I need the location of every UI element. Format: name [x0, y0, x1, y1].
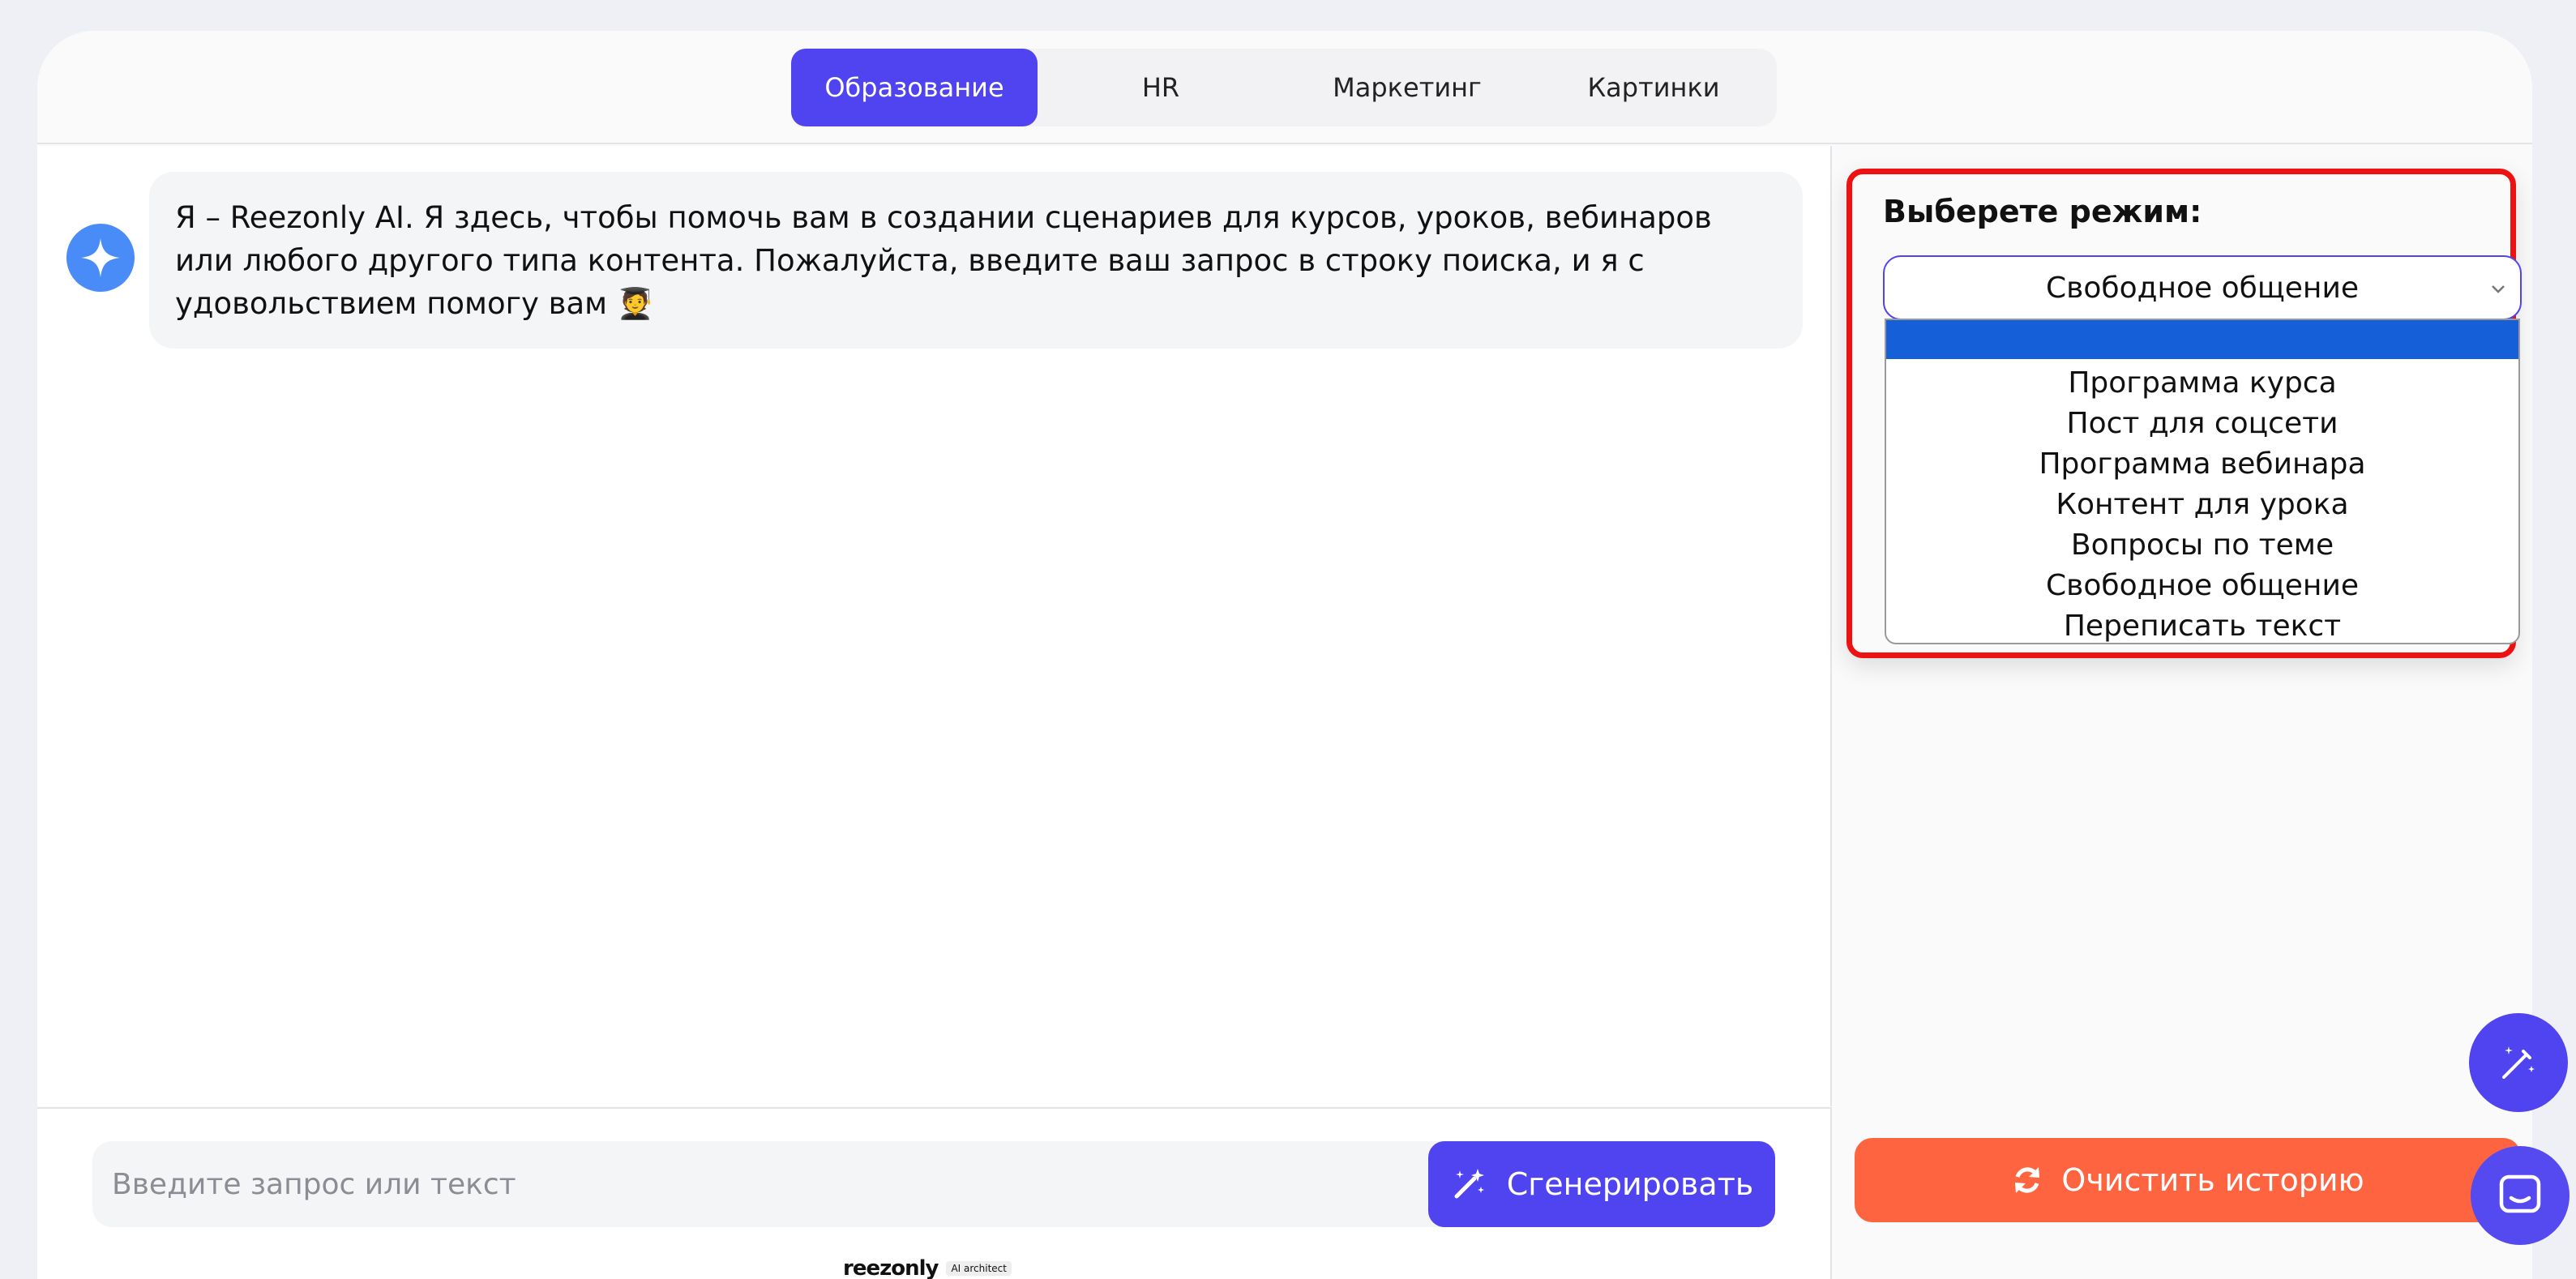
refresh-icon	[2015, 1167, 2040, 1193]
chat-bubble-icon	[2499, 1174, 2541, 1213]
chat-panel: Я – Reezonly AI. Я здесь, чтобы помочь в…	[37, 146, 1832, 1106]
mode-selector-highlight: Выберете режим: Свободное общение Програ…	[1846, 169, 2522, 658]
settings-panel: Выберете режим: Свободное общение Програ…	[1834, 146, 2532, 1279]
logo-tag: AI architect	[946, 1261, 1012, 1276]
message-line: или любого другого типа контента. Пожалу…	[175, 243, 1645, 278]
magic-wand-icon	[2502, 1046, 2535, 1079]
tab-images[interactable]: Картинки	[1530, 49, 1777, 126]
prompt-input[interactable]	[112, 1141, 1393, 1227]
support-chat-button[interactable]	[2471, 1146, 2570, 1245]
logo-wordmark: reezonly	[843, 1256, 939, 1279]
mode-select-value: Свободное общение	[2045, 271, 2359, 305]
prompt-box: Сгенерировать	[92, 1141, 1775, 1227]
magic-wand-icon	[1454, 1169, 1484, 1199]
clear-history-label: Очистить историю	[2061, 1162, 2364, 1198]
generate-button[interactable]: Сгенерировать	[1428, 1141, 1775, 1227]
input-area: Сгенерировать	[37, 1107, 1832, 1279]
mode-option-lesson-content[interactable]: Контент для урока	[1886, 484, 2518, 524]
top-bar: Образование HR Маркетинг Картинки	[37, 31, 2532, 144]
app-window: Образование HR Маркетинг Картинки Я – Re…	[37, 31, 2532, 1279]
mode-dropdown-list: Программа курса Пост для соцсети Програм…	[1885, 319, 2520, 644]
generate-button-label: Сгенерировать	[1506, 1166, 1754, 1202]
mode-label: Выберете режим:	[1883, 194, 2202, 229]
mode-option-topic-questions[interactable]: Вопросы по теме	[1886, 524, 2518, 565]
message-line: удовольствием помогу вам 🧑‍🎓	[175, 286, 654, 321]
clear-history-button[interactable]: Очистить историю	[1855, 1138, 2521, 1222]
message-line: Я – Reezonly AI. Я здесь, чтобы помочь в…	[175, 200, 1712, 235]
mode-option-rewrite-text[interactable]: Переписать текст	[1886, 605, 2518, 643]
mode-select[interactable]: Свободное общение	[1883, 255, 2522, 320]
assistant-avatar	[66, 224, 135, 292]
tab-education[interactable]: Образование	[791, 49, 1038, 126]
tab-marketing[interactable]: Маркетинг	[1284, 49, 1530, 126]
footer-logo: reezonly AI architect	[843, 1256, 1012, 1279]
magic-wand-fab[interactable]	[2469, 1013, 2568, 1112]
assistant-message: Я – Reezonly AI. Я здесь, чтобы помочь в…	[149, 172, 1803, 349]
tab-hr[interactable]: HR	[1038, 49, 1284, 126]
mode-option-course-program[interactable]: Программа курса	[1886, 362, 2518, 403]
chevron-down-icon	[2492, 285, 2505, 293]
sparkle-icon	[81, 238, 120, 277]
mode-option-social-post[interactable]: Пост для соцсети	[1886, 403, 2518, 443]
mode-option-blank[interactable]	[1886, 320, 2518, 359]
mode-option-free-chat[interactable]: Свободное общение	[1886, 565, 2518, 605]
mode-tabs: Образование HR Маркетинг Картинки	[791, 49, 1777, 126]
mode-option-webinar-program[interactable]: Программа вебинара	[1886, 443, 2518, 484]
